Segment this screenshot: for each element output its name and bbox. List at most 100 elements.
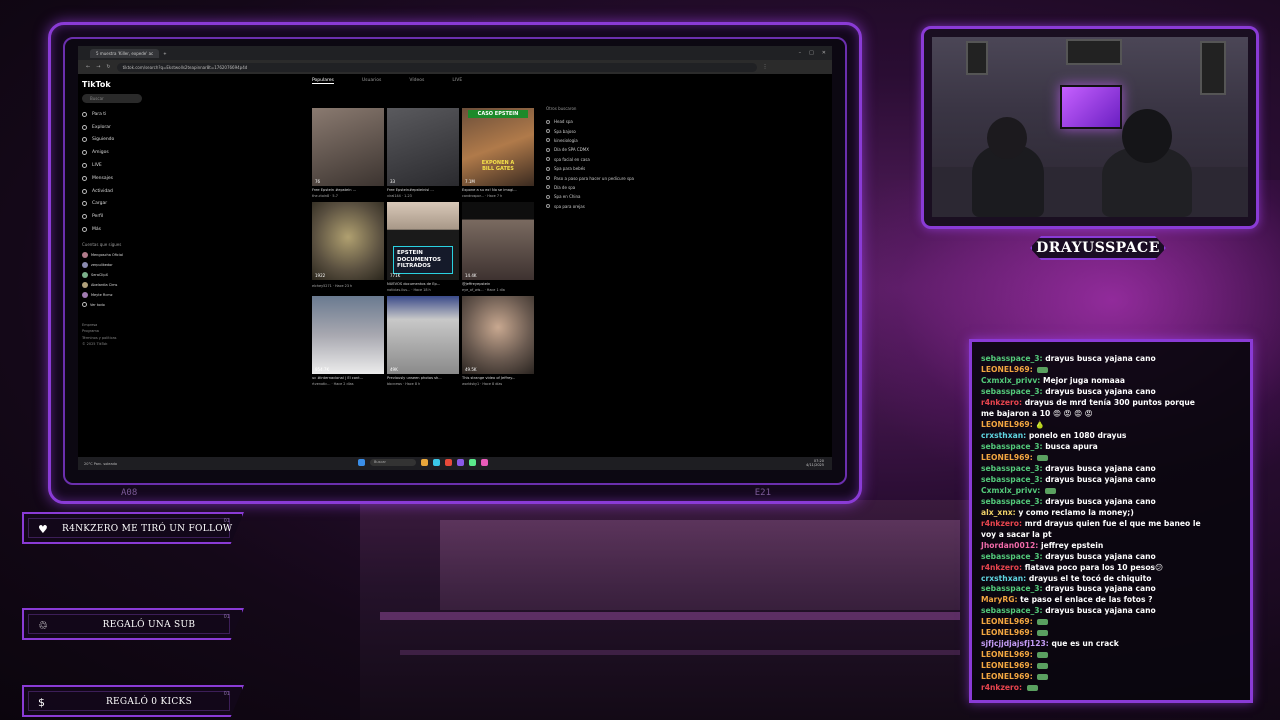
file-explorer-icon[interactable] (421, 459, 428, 466)
chat-username[interactable]: r4nkzero: (981, 519, 1025, 528)
related-search-item[interactable]: Head spa (546, 117, 666, 126)
url-input[interactable]: tiktok.com/search?q=Ekstwolls2teapinnar8… (116, 62, 757, 72)
chat-text: drayus el te tocó de chiquito (1028, 573, 1152, 583)
chat-username[interactable]: LEONEL969: (981, 453, 1035, 462)
taskbar-search[interactable]: Buscar (370, 459, 416, 466)
chat-username[interactable]: crxsthxan: (981, 574, 1029, 583)
chat-username[interactable]: MaryRG: (981, 595, 1020, 604)
maximize-icon[interactable]: □ (809, 50, 814, 56)
chat-username[interactable]: LEONEL969: (981, 628, 1035, 637)
back-icon[interactable]: ← (86, 64, 90, 70)
monitor-tag-left: A08 (121, 488, 138, 498)
followed-account[interactable]: zerpulikedor (82, 260, 148, 270)
chrome-icon[interactable] (445, 459, 452, 466)
chat-username[interactable]: sebasspace_3: (981, 354, 1045, 363)
sidebar-item-mas[interactable]: Más (82, 223, 148, 236)
see-all-link[interactable]: Ver todo (82, 300, 148, 310)
chat-message: sjfjcjjdjajsfj123: que es un crack (981, 639, 1247, 650)
tab-videos[interactable]: Vídeos (409, 78, 424, 84)
gift-icon: ♲ (38, 619, 48, 632)
video-card[interactable]: CASO EPSTEIN EXPONEN A BILL GATES 7.1M E… (462, 108, 534, 198)
browser-tab[interactable]: 5 muestra 'Killer, expede' ac (90, 48, 160, 58)
forward-icon[interactable]: → (96, 64, 100, 70)
tiktok-search-input[interactable]: Buscar (82, 94, 142, 103)
tab-populares[interactable]: Populares (312, 78, 334, 84)
new-tab-icon[interactable]: + (163, 51, 166, 56)
minimize-icon[interactable]: – (799, 50, 802, 56)
related-search-item[interactable]: spa facial en casa (546, 155, 666, 164)
related-searches: Otros buscaron Head spa Spa bajoso kines… (546, 106, 666, 211)
sidebar-item-para-ti[interactable]: Para ti (82, 108, 148, 121)
sidebar-item-siguiendo[interactable]: Siguiendo (82, 134, 148, 147)
video-card[interactable]: 33 Free Epstein#epsteinisl ... viral144 … (387, 108, 459, 198)
followed-account[interactable]: Mengoscha Oficial (82, 250, 148, 260)
chat-username[interactable]: sebasspace_3: (981, 475, 1045, 484)
related-search-item[interactable]: Spa bajoso (546, 126, 666, 135)
chat-username[interactable]: LEONEL969: (981, 650, 1035, 659)
chat-username[interactable]: r4nkzero: (981, 398, 1025, 407)
video-card[interactable]: 954.7K uc #internacional | El cont... rt… (312, 296, 384, 386)
chat-username[interactable]: sebasspace_3: (981, 606, 1045, 615)
tiktok-logo[interactable]: TikTok (82, 80, 148, 89)
extensions-icon[interactable]: ⋮ (763, 64, 768, 70)
followed-account[interactable]: Meyte Rcmz (82, 290, 148, 300)
chat-username[interactable]: LEONEL969: (981, 420, 1035, 429)
sidebar-item-amigos[interactable]: Amigos (82, 146, 148, 159)
related-search-item[interactable]: Día de SPA CDMX (546, 145, 666, 154)
sidebar-item-live[interactable]: LIVE (82, 159, 148, 172)
chat-username[interactable]: sjfjcjjdjajsfj123: (981, 639, 1051, 648)
chat-username[interactable]: LEONEL969: (981, 617, 1035, 626)
chat-username[interactable]: crxsthxan: (981, 431, 1029, 440)
taskbar-clock[interactable]: 07:20 4/11/2025 (806, 459, 824, 467)
video-card[interactable]: 76 Free Epstein #epstein ... the.ctoin8 … (312, 108, 384, 198)
related-search-item[interactable]: spa para orejas (546, 202, 666, 211)
chat-username[interactable]: Jhordan0012: (981, 541, 1041, 550)
chat-message: sebasspace_3: busca apura (981, 442, 1247, 453)
video-card[interactable]: 1922 elchey5271 · Hace 23 h (312, 202, 384, 292)
related-search-item[interactable]: kinesiologia (546, 136, 666, 145)
webcam-frame (921, 26, 1259, 229)
chat-username[interactable]: r4nkzero: (981, 683, 1025, 692)
chat-messages: sebasspace_3: drayus busca yajana cano LE… (981, 354, 1247, 694)
chat-username[interactable]: sebasspace_3: (981, 552, 1045, 561)
followed-account[interactable]: SeraClipX (82, 270, 148, 280)
weather-widget[interactable]: 20°C Parc. soleado (84, 462, 117, 466)
windows-start-icon[interactable] (358, 459, 365, 466)
video-card[interactable]: 14.4K @jeffreyepstein eye_of_wis... · Ha… (462, 202, 534, 292)
tab-usuarios[interactable]: Usuarios (362, 78, 381, 84)
video-card[interactable]: 49.5K This strange video of Jeffrey... w… (462, 296, 534, 386)
sidebar-item-mensajes[interactable]: Mensajes (82, 172, 148, 185)
video-card[interactable]: 49K Previously unseen photos sh... bbcne… (387, 296, 459, 386)
chat-message: r4nkzero: mrd drayus quien fue el que me… (981, 519, 1247, 530)
sidebar-item-cargar[interactable]: Cargar (82, 198, 148, 211)
sidebar-item-actividad[interactable]: Actividad (82, 185, 148, 198)
chat-username[interactable]: alx_xnx: (981, 508, 1018, 517)
chat-username[interactable]: Cxmxlx_privv: (981, 376, 1043, 385)
chat-username[interactable]: sebasspace_3: (981, 464, 1045, 473)
sidebar-item-explorar[interactable]: Explorar (82, 121, 148, 134)
app-icon[interactable] (457, 459, 464, 466)
chat-username[interactable]: sebasspace_3: (981, 584, 1045, 593)
chat-username[interactable]: LEONEL969: (981, 661, 1035, 670)
related-search-item[interactable]: Día de spa (546, 183, 666, 192)
sidebar-item-perfil[interactable]: Perfil (82, 210, 148, 223)
chat-username[interactable]: r4nkzero: (981, 563, 1025, 572)
edge-icon[interactable] (433, 459, 440, 466)
chat-username[interactable]: sebasspace_3: (981, 442, 1045, 451)
close-icon[interactable]: ✕ (822, 50, 826, 56)
tab-live[interactable]: LIVE (452, 78, 462, 84)
chat-username[interactable]: sebasspace_3: (981, 387, 1045, 396)
app-icon[interactable] (469, 459, 476, 466)
followed-account[interactable]: Abelardia Cims (82, 280, 148, 290)
reload-icon[interactable]: ↻ (106, 64, 110, 70)
related-search-item[interactable]: Spa para bebés (546, 164, 666, 173)
chat-username[interactable]: LEONEL969: (981, 672, 1035, 681)
related-search-item[interactable]: Paso a paso para hacer un pedicure spa (546, 173, 666, 182)
chat-username[interactable]: sebasspace_3: (981, 497, 1045, 506)
app-icon[interactable] (481, 459, 488, 466)
chat-username[interactable]: LEONEL969: (981, 365, 1035, 374)
video-card[interactable]: EPSTEIN DOCUMENTOS FILTRADOS 771K NUEVOS… (387, 202, 459, 292)
video-user: candrospor... · Hace 7 h (462, 194, 503, 198)
chat-username[interactable]: Cxmxlx_privv: (981, 486, 1043, 495)
related-search-item[interactable]: Spa en China (546, 192, 666, 201)
